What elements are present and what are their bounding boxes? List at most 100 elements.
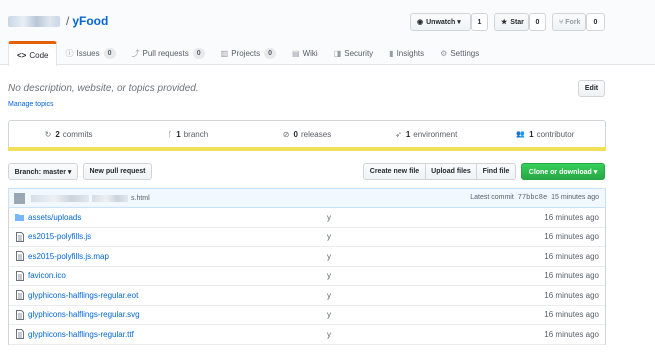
- tab-label: Pull requests: [142, 48, 189, 58]
- file-age: 16 minutes ago: [544, 310, 599, 320]
- tab-pull-requests[interactable]: ⤴ Pull requests 0: [124, 41, 213, 65]
- project-icon: ▥: [220, 48, 229, 58]
- branches-count: 1: [176, 129, 181, 139]
- file-row: es2015-polyfills.js y 16 minutes ago: [9, 228, 605, 247]
- file-row: assets/uploads y 16 minutes ago: [9, 208, 605, 228]
- file-name-link[interactable]: es2015-polyfills.js.map: [28, 252, 328, 261]
- latest-commit-bar: s.html Latest commit 77bbc8e 15 minutes …: [8, 188, 606, 208]
- clone-download-button[interactable]: Clone or download ▾: [521, 163, 605, 180]
- branches-link[interactable]: ᚴ 1 branch: [128, 121, 247, 147]
- file-name-link[interactable]: glyphicons-halflings-regular.svg: [28, 310, 328, 319]
- manage-topics-link[interactable]: Manage topics: [8, 101, 54, 108]
- tab-settings[interactable]: ⚙ Settings: [432, 41, 487, 65]
- commit-author-blurred[interactable]: [31, 194, 89, 202]
- tab-insights[interactable]: ▮ Insights: [381, 41, 432, 65]
- file-name-link[interactable]: assets/uploads: [28, 213, 328, 222]
- fork-label: Fork: [565, 18, 581, 26]
- star-button[interactable]: ★ Star: [494, 13, 529, 31]
- eye-icon: ◉: [417, 19, 424, 26]
- tab-code[interactable]: <> Code: [8, 41, 58, 66]
- file-row: glyphicons-halflings-regular.svg y 16 mi…: [9, 306, 605, 325]
- fork-button[interactable]: ⑂ Fork: [552, 13, 586, 31]
- file-commit-message[interactable]: y: [327, 310, 331, 319]
- latest-commit-prefix: Latest commit: [470, 194, 514, 201]
- projects-counter: 0: [264, 47, 277, 59]
- file-commit-message[interactable]: y: [327, 213, 331, 222]
- file-age: 16 minutes ago: [544, 271, 599, 281]
- tag-icon: ⊘: [282, 129, 290, 139]
- repo-owner-link[interactable]: [8, 15, 60, 27]
- branches-label: branch: [183, 129, 209, 139]
- commit-message-suffix[interactable]: s.html: [131, 195, 150, 202]
- releases-label: releases: [300, 129, 332, 139]
- tab-wiki[interactable]: ▤ Wiki: [284, 41, 326, 65]
- file-commit-message[interactable]: y: [327, 330, 331, 339]
- file-name-link[interactable]: glyphicons-halflings-regular.eot: [28, 291, 328, 300]
- fork-icon: ⑂: [559, 18, 564, 26]
- contributors-link[interactable]: 👥 1 contributor: [486, 121, 605, 147]
- file-icon: [15, 290, 24, 301]
- tab-issues[interactable]: ⓘ Issues 0: [57, 41, 123, 65]
- avatar[interactable]: [14, 192, 25, 204]
- commit-message-blurred[interactable]: [92, 194, 128, 202]
- file-name-link[interactable]: glyphicons-halflings-regular.ttf: [28, 330, 328, 339]
- commits-label: commits: [62, 129, 93, 139]
- repo-name-link[interactable]: yFood: [72, 14, 108, 28]
- file-commit-message[interactable]: y: [327, 232, 331, 241]
- new-pull-request-button[interactable]: New pull request: [83, 163, 152, 180]
- watch-button[interactable]: ◉ Unwatch ▾: [410, 13, 471, 31]
- file-commit-message[interactable]: y: [327, 291, 331, 300]
- issues-counter: 0: [103, 47, 116, 59]
- pull-requests-counter: 0: [192, 47, 205, 59]
- history-icon: ↻: [44, 129, 52, 139]
- tab-projects[interactable]: ▥ Projects 0: [213, 41, 284, 65]
- latest-commit-age: 15 minutes ago: [551, 194, 599, 201]
- code-icon: <>: [17, 50, 27, 60]
- file-icon: [15, 251, 24, 262]
- repo-title: / yFood: [8, 14, 108, 28]
- upload-files-button[interactable]: Upload files: [425, 163, 477, 180]
- environments-count: 1: [405, 129, 411, 139]
- commits-link[interactable]: ↻ 2 commits: [9, 121, 128, 147]
- file-name-link[interactable]: favicon.ico: [28, 271, 328, 280]
- file-commit-message[interactable]: y: [327, 252, 331, 261]
- commit-sha-link[interactable]: 77bbc8e: [518, 194, 547, 202]
- file-age: 16 minutes ago: [544, 290, 599, 300]
- language-bar[interactable]: [8, 147, 606, 151]
- graph-icon: ▮: [389, 48, 394, 58]
- file-row: favicon.ico y 16 minutes ago: [9, 267, 605, 286]
- repo-summary: ↻ 2 commits ᚴ 1 branch ⊘ 0 releases ➶ 1 …: [8, 120, 606, 147]
- file-icon: [15, 231, 24, 242]
- repo-description: No description, website, or topics provi…: [8, 83, 199, 94]
- watch-count[interactable]: 1: [471, 13, 488, 31]
- file-icon: [15, 270, 24, 281]
- tab-label: Insights: [396, 48, 425, 58]
- file-commit-message[interactable]: y: [327, 271, 331, 280]
- tab-label: Issues: [76, 48, 100, 58]
- tab-label: Security: [344, 48, 374, 58]
- contributors-count: 1: [529, 129, 534, 139]
- rocket-icon: ➶: [395, 129, 402, 139]
- releases-link[interactable]: ⊘ 0 releases: [247, 121, 366, 147]
- file-row: glyphicons-halflings-regular.eot y 16 mi…: [9, 286, 605, 306]
- watch-label: Unwatch ▾: [426, 19, 461, 26]
- tab-label: Projects: [231, 48, 261, 58]
- gear-icon: ⚙: [440, 48, 448, 58]
- star-count[interactable]: 0: [529, 13, 546, 31]
- tab-security[interactable]: ◨ Security: [326, 41, 381, 65]
- find-file-button[interactable]: Find file: [476, 163, 516, 180]
- file-name-link[interactable]: es2015-polyfills.js: [28, 232, 328, 241]
- branch-select-button[interactable]: Branch: master ▾: [8, 163, 78, 180]
- edit-button[interactable]: Edit: [578, 80, 605, 97]
- environments-link[interactable]: ➶ 1 environment: [367, 121, 486, 147]
- contributors-label: contributor: [536, 129, 575, 139]
- repo-separator: /: [66, 14, 70, 28]
- releases-count: 0: [293, 129, 298, 139]
- file-list: assets/uploads y 16 minutes ago es2015-p…: [8, 208, 606, 345]
- fork-count[interactable]: 0: [586, 13, 605, 31]
- commits-count: 2: [55, 129, 60, 139]
- create-new-file-button[interactable]: Create new file: [363, 163, 426, 180]
- star-label: Star: [510, 18, 524, 26]
- tab-label: Code: [29, 50, 49, 60]
- file-age: 16 minutes ago: [544, 251, 599, 261]
